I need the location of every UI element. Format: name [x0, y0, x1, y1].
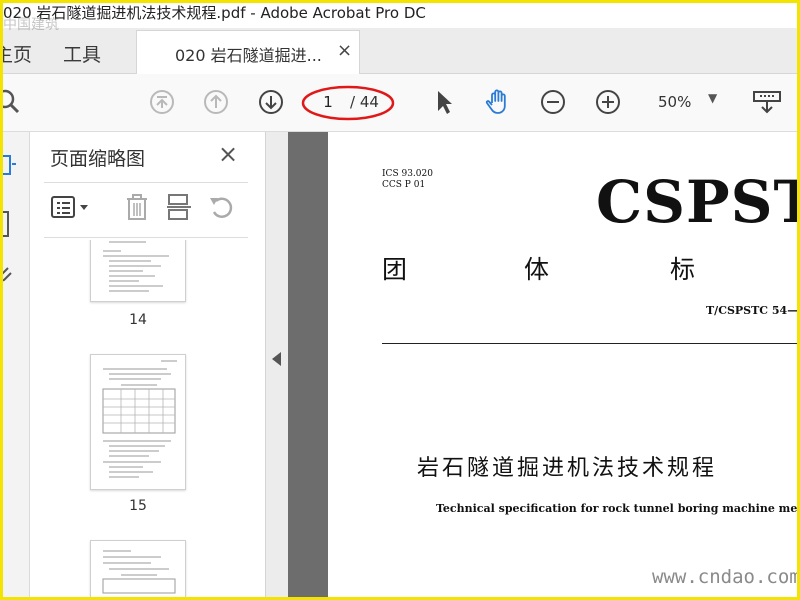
chevron-left-icon	[272, 352, 281, 366]
thumbnail-options-icon[interactable]	[50, 192, 94, 222]
rotate-icon[interactable]	[206, 192, 236, 222]
select-arrow-icon[interactable]	[430, 88, 458, 116]
main-toolbar: 1 / 44 50% ▼	[0, 74, 800, 132]
navigation-pane-strip	[0, 132, 30, 600]
thumbnail-page[interactable]	[90, 240, 186, 302]
thumbnail-text-lines	[102, 550, 176, 594]
document-title-cn: 岩石隧道掘进机法技术规程	[416, 456, 717, 481]
document-title-en: Technical specification for rock tunnel …	[436, 502, 800, 515]
zoom-select[interactable]: 50% ▼	[646, 88, 728, 118]
standard-number: T/CSPSTC 54—	[706, 304, 799, 317]
tab-document-label: 020 岩石隧道掘进...	[175, 46, 322, 65]
panel-title: 页面缩略图	[50, 148, 146, 170]
hand-tool-icon[interactable]	[484, 88, 512, 116]
page-number-input[interactable]: 1	[314, 91, 342, 113]
thumbnail-text-lines	[102, 360, 177, 478]
thumbnail-panel: 页面缩略图 × 14 15	[30, 132, 287, 600]
chevron-down-icon: ▼	[708, 91, 718, 105]
ics-code-block: ICS 93.020 CCS P 01	[382, 169, 433, 191]
thumbnail-page[interactable]	[90, 354, 186, 490]
zoom-in-icon[interactable]	[594, 88, 622, 116]
thumbnail-list: 14 15	[30, 240, 256, 598]
attachment-icon[interactable]	[0, 262, 14, 286]
read-mode-icon[interactable]	[752, 88, 782, 116]
zoom-value: 50%	[658, 93, 692, 111]
tab-close-icon[interactable]: ×	[337, 40, 352, 61]
pdf-page: ICS 93.020 CCS P 01 CSPSTC 团 体 标 T/CSPST…	[328, 132, 800, 600]
tab-tools[interactable]: 工具	[63, 40, 101, 67]
ics-line: ICS 93.020	[382, 169, 433, 179]
document-viewport[interactable]: ICS 93.020 CCS P 01 CSPSTC 团 体 标 T/CSPST…	[288, 132, 800, 600]
collapse-panel-handle[interactable]	[266, 132, 288, 600]
thumbnail-page[interactable]	[90, 540, 186, 598]
thumbnail-page-number: 14	[129, 312, 147, 328]
tab-document[interactable]: 020 岩石隧道掘进... ×	[136, 30, 360, 74]
delete-page-icon[interactable]	[122, 192, 152, 222]
tab-home[interactable]: 主页	[0, 40, 32, 67]
standard-type-char: 标	[670, 255, 696, 284]
window-titlebar: 020 岩石隧道掘进机法技术规程.pdf - Adobe Acrobat Pro…	[0, 0, 800, 28]
panel-divider	[44, 182, 248, 183]
bookmarks-icon[interactable]	[0, 210, 12, 238]
thumbnail-text-lines	[103, 241, 169, 292]
ccs-line: CCS P 01	[382, 180, 426, 190]
header-rule	[382, 343, 800, 344]
tab-bar: 主页 工具 020 岩石隧道掘进... ×	[0, 28, 800, 74]
previous-page-icon[interactable]	[202, 88, 230, 116]
next-page-icon[interactable]	[257, 88, 285, 116]
standard-type-char: 团	[382, 255, 408, 284]
insert-page-icon[interactable]	[164, 192, 194, 222]
standard-type-char: 体	[524, 255, 550, 284]
page-thumbnails-icon[interactable]	[0, 154, 16, 178]
panel-close-icon[interactable]: ×	[218, 140, 238, 168]
page-total-label: / 44	[350, 93, 379, 111]
site-watermark-top: 中国建筑	[3, 17, 59, 33]
panel-divider	[44, 237, 248, 238]
search-icon[interactable]	[0, 88, 22, 116]
first-page-icon[interactable]	[148, 88, 176, 116]
zoom-out-icon[interactable]	[539, 88, 567, 116]
thumbnail-page-number: 15	[129, 498, 147, 514]
standard-code-heading: CSPSTC	[596, 168, 800, 236]
site-watermark: www.cndao.com	[652, 566, 800, 588]
window-title: 020 岩石隧道掘进机法技术规程.pdf - Adobe Acrobat Pro…	[3, 4, 426, 22]
